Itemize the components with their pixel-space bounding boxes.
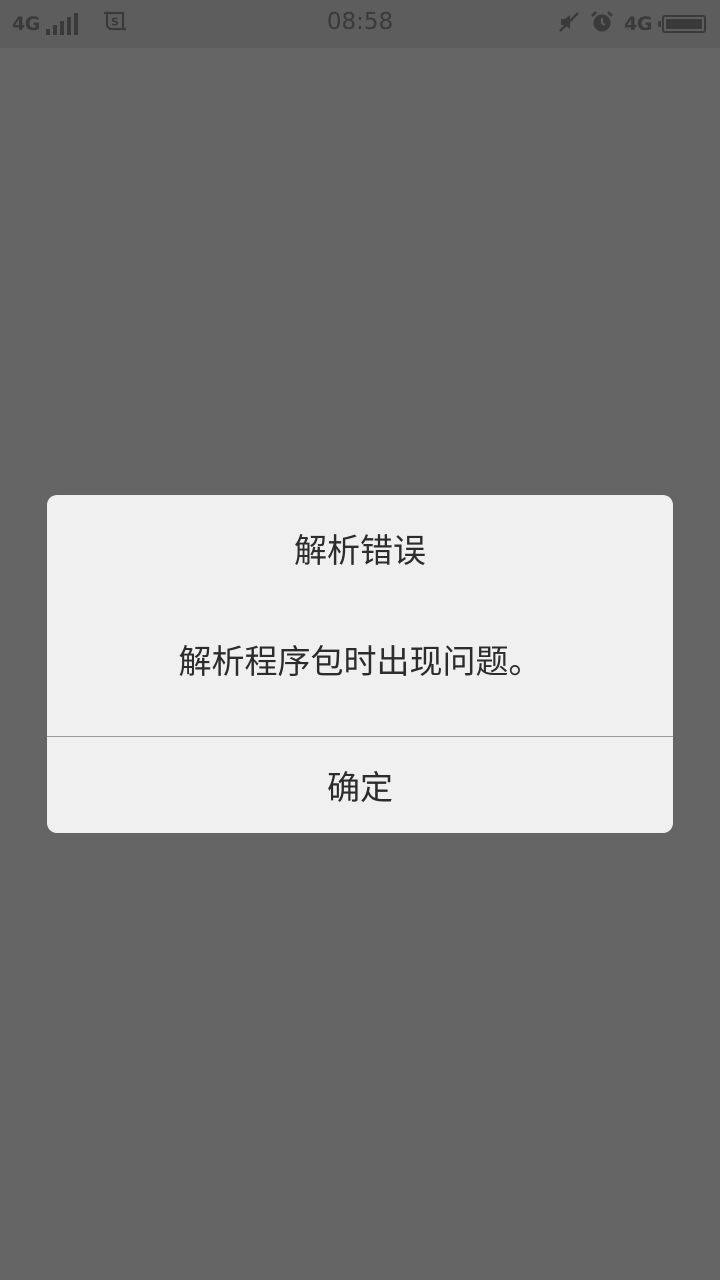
confirm-button[interactable]: 确定 <box>47 737 673 833</box>
dialog-title: 解析错误 <box>294 531 426 570</box>
battery-icon <box>658 15 706 33</box>
status-right-group: 4G <box>558 9 706 39</box>
dialog-message: 解析程序包时出现问题。 <box>178 642 542 681</box>
error-dialog: 解析错误 解析程序包时出现问题。 确定 <box>47 495 673 833</box>
alarm-icon <box>590 10 614 38</box>
status-bar: 4G S 08:58 4G <box>0 0 720 48</box>
battery-level-fill <box>666 19 702 29</box>
network-type-label-right: 4G <box>624 13 652 35</box>
muted-icon <box>558 11 580 37</box>
